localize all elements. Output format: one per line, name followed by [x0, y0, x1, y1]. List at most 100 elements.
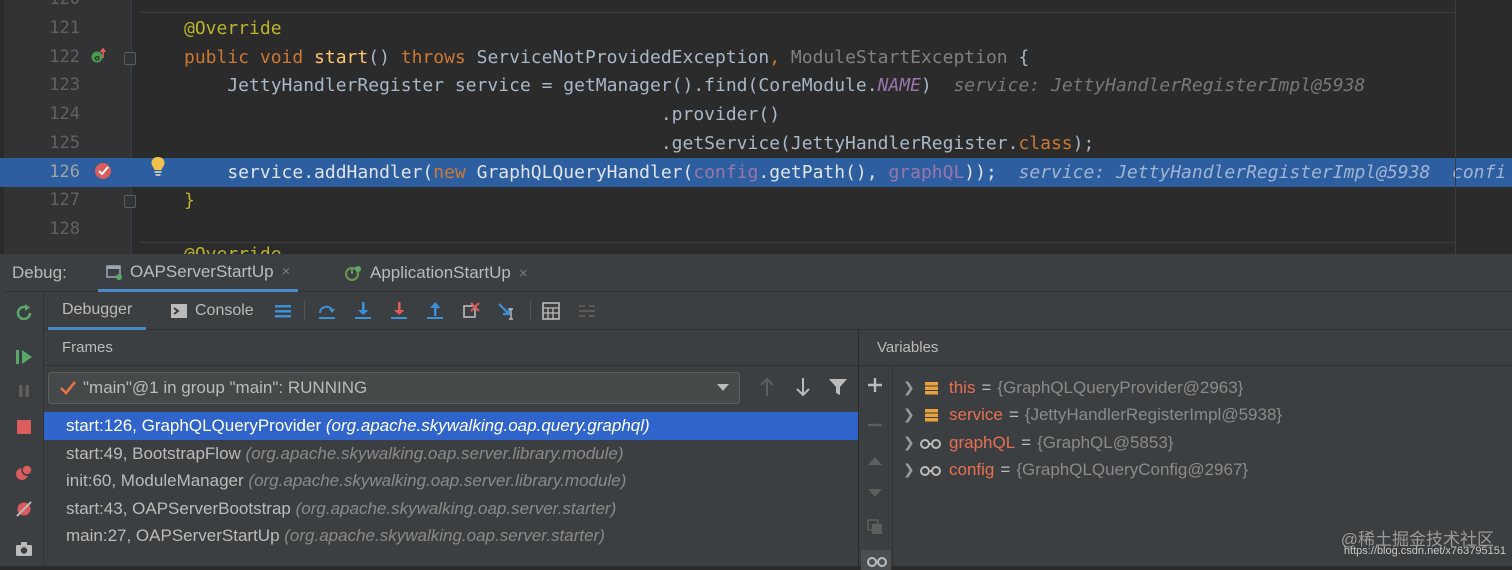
- close-icon[interactable]: ×: [519, 265, 528, 282]
- variable-row[interactable]: ❯ graphQL = {GraphQL@5853}: [903, 429, 1173, 457]
- run-to-cursor-icon[interactable]: [496, 300, 518, 322]
- editor-line[interactable]: 124 .provider(): [0, 100, 1512, 129]
- expand-chevron-icon[interactable]: ❯: [903, 374, 919, 402]
- code-token: throws: [400, 46, 477, 68]
- code-token: GraphQLQueryHandler(: [476, 161, 694, 183]
- view-breakpoints-icon[interactable]: [13, 462, 35, 484]
- variables-toolbar: [859, 366, 893, 570]
- editor-line[interactable]: 127}: [0, 186, 1512, 215]
- pause-icon[interactable]: [13, 380, 35, 402]
- line-number: 125: [49, 132, 80, 153]
- code-token: .getService(JettyHandlerRegister.: [184, 132, 1019, 154]
- line-number: 127: [49, 190, 80, 211]
- code-token: public: [184, 46, 260, 68]
- line-number: 123: [49, 75, 80, 96]
- editor-line[interactable]: 121 @Override: [0, 14, 1512, 43]
- expand-chevron-icon[interactable]: ❯: [903, 401, 919, 429]
- inline-debug-value: service: JettyHandlerRegisterImpl@5938: [953, 75, 1366, 97]
- filter-icon[interactable]: [828, 377, 848, 397]
- resume-icon[interactable]: [13, 346, 35, 368]
- step-out-icon[interactable]: [424, 300, 446, 322]
- variable-name: this: [949, 378, 976, 397]
- code-token: void: [259, 46, 315, 68]
- code-text: JettyHandlerRegister service = getManage…: [184, 71, 1365, 100]
- variable-value: {GraphQLQueryProvider@2963}: [997, 378, 1244, 397]
- stack-frame-row[interactable]: main:27, OAPServerStartUp (org.apache.sk…: [44, 522, 858, 550]
- code-text: .getService(JettyHandlerRegister.class);: [184, 129, 1095, 158]
- breakpoint-icon[interactable]: [93, 161, 113, 181]
- code-token: ModuleStartException: [790, 46, 1008, 68]
- stack-frame-row[interactable]: init:60, ModuleManager (org.apache.skywa…: [44, 467, 858, 495]
- code-token: .getPath(),: [758, 161, 889, 183]
- step-into-icon[interactable]: [352, 300, 374, 322]
- move-up-icon[interactable]: [866, 452, 884, 470]
- code-token: (): [368, 46, 401, 68]
- stack-frame-row[interactable]: start:126, GraphQLQueryProvider (org.apa…: [44, 412, 858, 440]
- tab-debugger[interactable]: Debugger: [48, 292, 147, 330]
- debug-subtabs-bar: Debugger Console: [44, 292, 1512, 330]
- tab-label: ApplicationStartUp: [370, 263, 511, 282]
- method-separator: [140, 12, 1456, 13]
- fold-marker-icon[interactable]: [124, 195, 136, 208]
- editor-line[interactable]: 125 .getService(JettyHandlerRegister.cla…: [0, 129, 1512, 158]
- stack-frame-row[interactable]: start:43, OAPServerBootstrap (org.apache…: [44, 495, 858, 523]
- code-token: new: [433, 161, 477, 183]
- equals-sign: =: [1008, 405, 1019, 425]
- variable-row[interactable]: ❯ config = {GraphQLQueryConfig@2967}: [903, 456, 1248, 484]
- close-icon[interactable]: ×: [282, 263, 291, 280]
- expand-chevron-icon[interactable]: ❯: [903, 456, 919, 484]
- tab-label: OAPServerStartUp: [130, 261, 274, 281]
- code-text: .provider(): [184, 100, 780, 129]
- code-editor[interactable]: 120 121 @Override 122 public void start() t…: [0, 0, 1512, 254]
- previous-frame-icon[interactable]: [758, 376, 776, 398]
- spring-boot-icon: [345, 266, 361, 281]
- force-step-into-icon[interactable]: [388, 300, 410, 322]
- rerun-icon[interactable]: [13, 302, 35, 324]
- line-number: 121: [49, 18, 80, 38]
- stack-frame-row[interactable]: start:49, BootstrapFlow (org.apache.skyw…: [44, 440, 858, 468]
- variable-value: {GraphQLQueryConfig@2967}: [1016, 460, 1249, 480]
- debug-title-bar: Debug: OAPServerStartUp × ApplicationSta…: [4, 254, 1512, 292]
- remove-watch-icon[interactable]: [866, 416, 884, 434]
- fold-marker-icon[interactable]: [124, 52, 136, 65]
- code-token: start: [314, 46, 369, 68]
- layout-menu-icon[interactable]: [272, 300, 294, 322]
- frame-package: (org.apache.skywalking.oap.query.graphql…: [325, 416, 650, 435]
- application-icon: [106, 264, 122, 280]
- code-token: class: [1018, 132, 1073, 154]
- duplicate-icon[interactable]: [866, 518, 884, 536]
- svg-text:o: o: [95, 54, 101, 63]
- next-frame-icon[interactable]: [794, 376, 812, 398]
- lightbulb-icon[interactable]: [150, 156, 166, 178]
- code-text: }: [184, 186, 195, 215]
- variable-name: graphQL: [949, 432, 1016, 452]
- tab-applicationstartup[interactable]: ApplicationStartUp ×: [336, 254, 536, 292]
- code-token: graphQL: [888, 161, 965, 183]
- show-watches-toggle[interactable]: [861, 550, 891, 570]
- right-margin-guide: [1455, 0, 1456, 254]
- trace-stream-icon[interactable]: [576, 300, 598, 322]
- editor-line[interactable]: 126 service.addHandler(new GraphQLQueryH…: [0, 157, 1512, 187]
- tab-console[interactable]: Console: [156, 292, 268, 330]
- tab-oapserverstartup[interactable]: OAPServerStartUp ×: [98, 254, 299, 292]
- code-token: );: [1072, 132, 1095, 154]
- mute-breakpoints-icon[interactable]: [13, 498, 35, 520]
- editor-line[interactable]: 122 public void start() throws ServiceNot…: [0, 43, 1512, 72]
- add-watch-icon[interactable]: [866, 376, 884, 394]
- move-down-icon[interactable]: [866, 484, 884, 502]
- override-icon[interactable]: o: [90, 46, 108, 66]
- editor-line[interactable]: 123 JettyHandlerRegister service = getMa…: [0, 71, 1512, 100]
- camera-icon[interactable]: [13, 538, 35, 560]
- debug-tool-window: Debug: OAPServerStartUp × ApplicationSta…: [4, 254, 1512, 570]
- thread-selector[interactable]: "main"@1 in group "main": RUNNING: [48, 372, 740, 404]
- tab-label: Debugger: [62, 300, 133, 318]
- variable-row[interactable]: ❯ service = {JettyHandlerRegisterImpl@5938}: [903, 401, 1282, 429]
- variable-row[interactable]: ❯ this = {GraphQLQueryProvider@2963}: [903, 374, 1243, 402]
- stop-icon[interactable]: [13, 416, 35, 438]
- step-over-icon[interactable]: [316, 300, 338, 322]
- evaluate-expression-icon[interactable]: [540, 300, 562, 322]
- drop-frame-icon[interactable]: [460, 300, 482, 322]
- frame-method: start:43, OAPServerBootstrap: [66, 498, 291, 518]
- line-number: 124: [49, 104, 80, 125]
- expand-chevron-icon[interactable]: ❯: [903, 429, 919, 457]
